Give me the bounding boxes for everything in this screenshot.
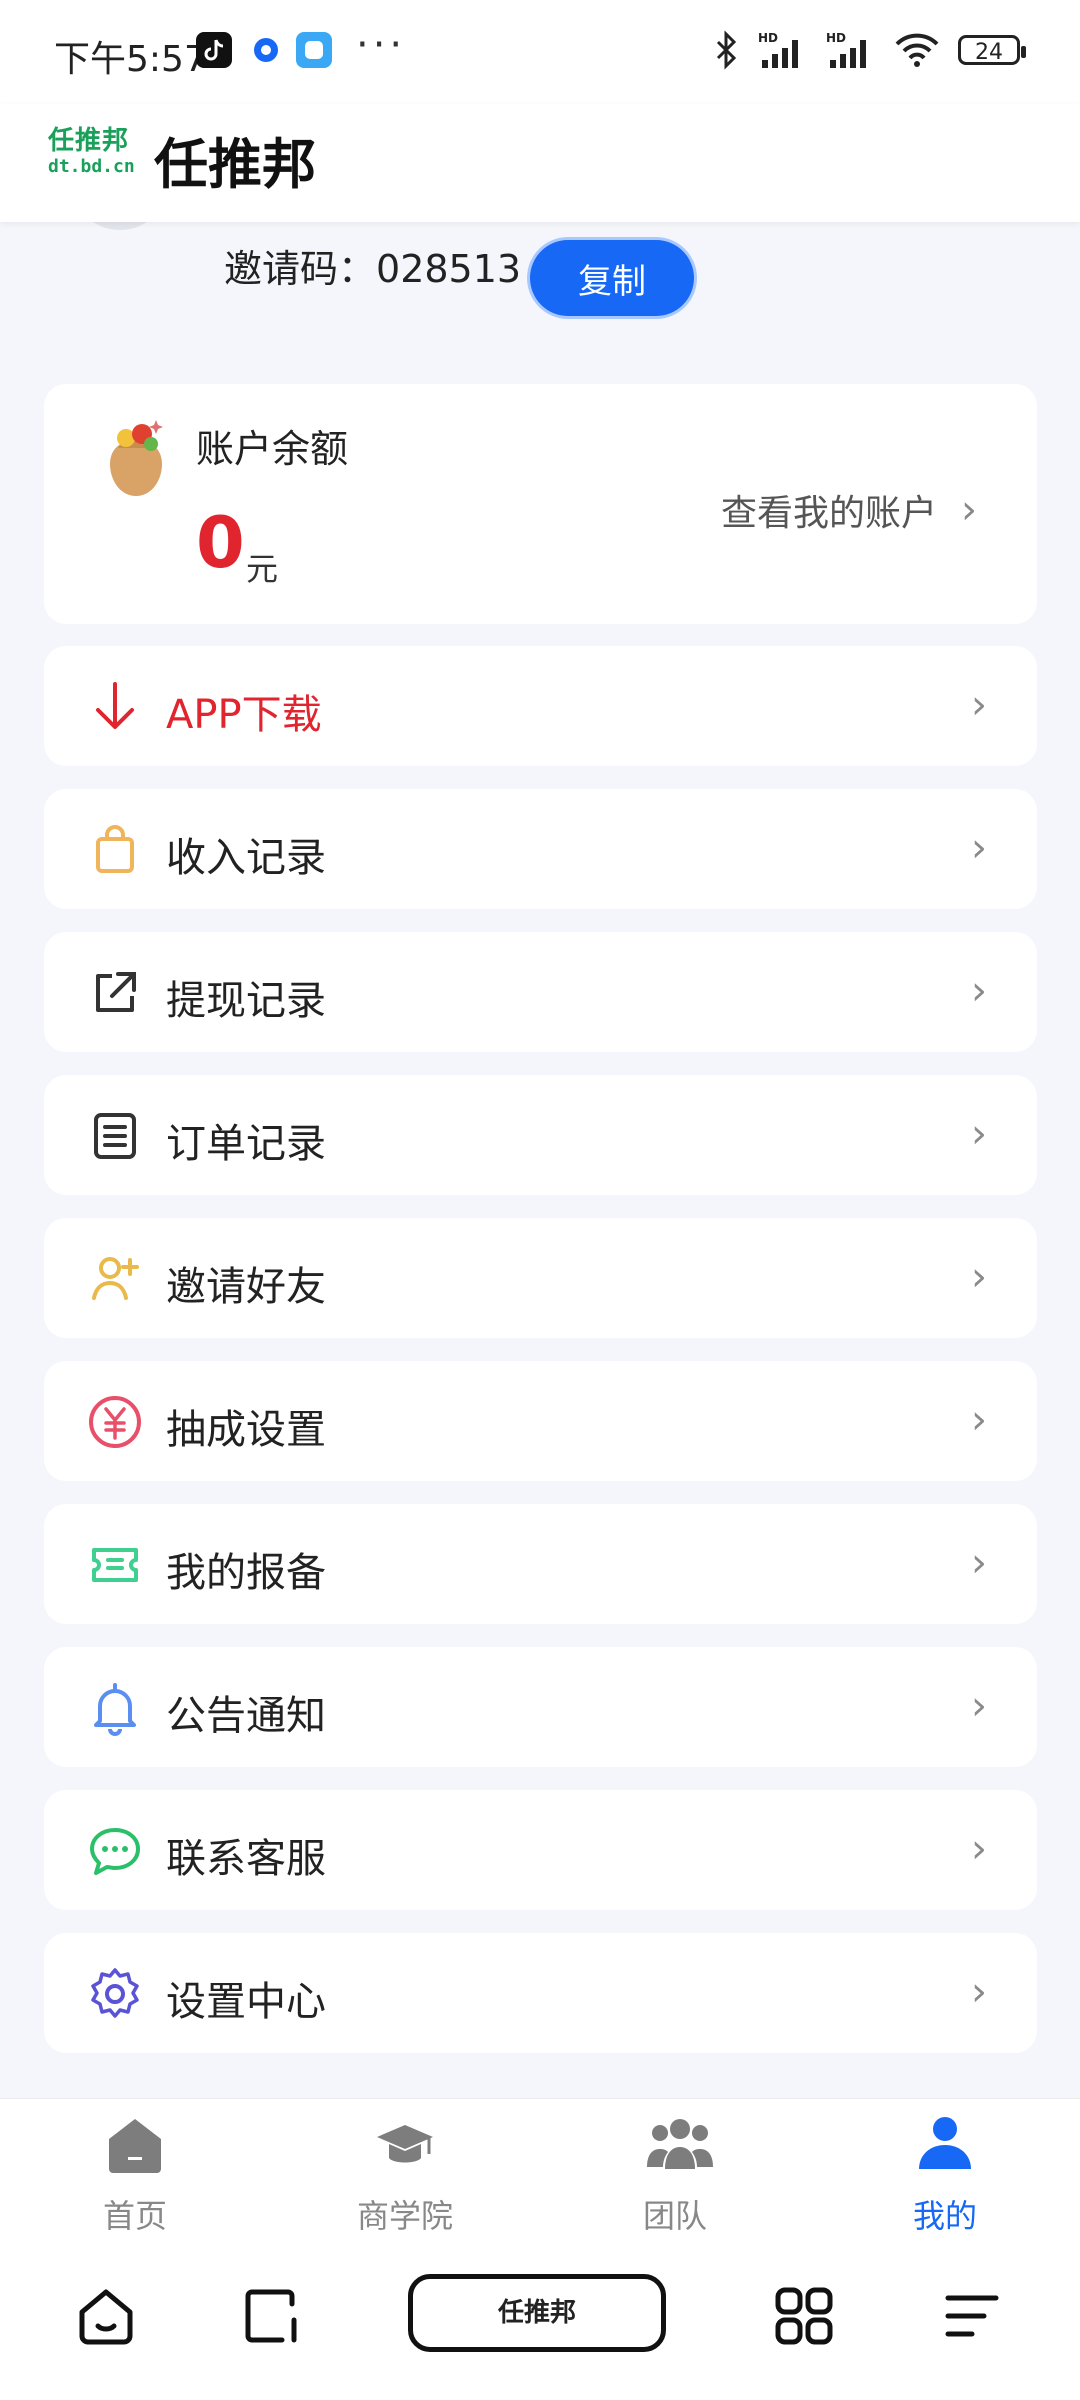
invite-code-value: 028513	[376, 247, 522, 291]
clipboard-list-icon	[94, 1113, 136, 1159]
menu-item-label: 提现记录	[166, 978, 326, 1024]
balance-card[interactable]: 账户余额 0 元 查看我的账户 ›	[44, 384, 1037, 624]
view-account-link[interactable]: 查看我的账户 ›	[721, 484, 977, 536]
menu-item-income-records[interactable]: 收入记录 ›	[44, 789, 1037, 909]
chevron-right-icon: ›	[971, 1254, 987, 1300]
chevron-right-icon: ›	[971, 968, 987, 1014]
invite-code-label: 邀请码：	[224, 247, 377, 291]
menu-item-label: APP下载	[166, 692, 322, 738]
system-nav-bar: 任推邦	[0, 2240, 1080, 2400]
page-title: 任推邦	[154, 133, 316, 196]
home-icon[interactable]	[74, 2284, 138, 2348]
menu-item-label: 订单记录	[166, 1121, 326, 1167]
menu-item-customer-service[interactable]: 联系客服 ›	[44, 1790, 1037, 1910]
svg-text:HD: HD	[826, 31, 846, 45]
brand-logo: 任推邦 dt.bd.cn	[48, 126, 135, 186]
chevron-right-icon: ›	[971, 1397, 987, 1443]
chevron-right-icon: ›	[971, 1540, 987, 1586]
status-indicators: HD HD 24	[712, 30, 1026, 70]
money-bag-icon	[110, 420, 163, 496]
chevron-right-icon: ›	[961, 487, 977, 533]
menu-item-settings-center[interactable]: 设置中心 ›	[44, 1933, 1037, 2053]
chevron-right-icon: ›	[971, 1969, 987, 2015]
menu-item-label: 设置中心	[166, 1979, 326, 2025]
tab-label: 首页	[102, 2197, 167, 2235]
tab-label: 商学院	[356, 2197, 453, 2235]
menu-item-announcements[interactable]: 公告通知 ›	[44, 1647, 1037, 1767]
tab-team[interactable]: 团队	[540, 2099, 810, 2241]
menu-item-label: 抽成设置	[166, 1407, 326, 1453]
message-app-icon	[296, 32, 332, 68]
app-notification-icon	[248, 32, 284, 68]
chat-bubble-icon	[90, 1828, 140, 1875]
logo-text: 任推邦	[48, 126, 130, 156]
bell-icon	[94, 1683, 136, 1736]
view-account-label: 查看我的账户	[720, 493, 937, 534]
battery-icon: 24	[958, 35, 1026, 65]
chevron-right-icon: ›	[971, 825, 987, 871]
shopping-bag-icon	[96, 825, 134, 873]
signal-icon-2: HD	[826, 31, 866, 68]
user-icon	[919, 2117, 971, 2169]
menu-item-label: 联系客服	[166, 1836, 326, 1882]
bluetooth-icon	[716, 30, 737, 70]
svg-text:HD: HD	[758, 31, 778, 45]
home-icon	[109, 2119, 161, 2173]
team-icon	[647, 2119, 713, 2169]
app-grid-icon[interactable]	[772, 2284, 836, 2348]
menu-item-label: 收入记录	[166, 835, 326, 881]
signal-icon: HD	[758, 31, 798, 68]
current-app-pill[interactable]: 任推邦	[408, 2274, 666, 2352]
gear-icon	[91, 1968, 139, 2018]
graduation-cap-icon	[377, 2125, 433, 2163]
balance-label: 账户余额	[196, 427, 349, 471]
tab-home[interactable]: 首页	[0, 2099, 270, 2241]
ticket-icon	[92, 1548, 138, 1582]
download-arrow-icon	[96, 682, 134, 729]
menu-item-commission-settings[interactable]: 抽成设置 ›	[44, 1361, 1037, 1481]
menu-item-app-download[interactable]: APP下载 ›	[44, 646, 1037, 766]
chevron-right-icon: ›	[971, 1826, 987, 1872]
menu-lines-icon[interactable]	[940, 2284, 1004, 2348]
menu-item-my-reports[interactable]: 我的报备 ›	[44, 1504, 1037, 1624]
balance-value: 0	[196, 502, 245, 584]
menu-item-withdraw-records[interactable]: 提现记录 ›	[44, 932, 1037, 1052]
logo-domain: dt.bd.cn	[48, 156, 135, 177]
status-time: 下午5:57	[54, 39, 207, 80]
chevron-right-icon: ›	[971, 1111, 987, 1157]
yuan-circle-icon	[89, 1396, 141, 1448]
status-bar: 下午5:57 ··· HD HD 24	[0, 0, 1080, 104]
more-notifications-icon: ···	[356, 22, 407, 68]
external-link-icon	[96, 972, 136, 1012]
tab-business-school[interactable]: 商学院	[270, 2099, 540, 2241]
bottom-tab-bar: 首页 商学院 团队 我的	[0, 2098, 1080, 2241]
invite-code: 邀请码：028513	[224, 238, 521, 293]
tab-mine[interactable]: 我的	[810, 2099, 1080, 2241]
menu-item-label: 公告通知	[166, 1693, 326, 1739]
menu-item-label: 邀请好友	[166, 1264, 326, 1310]
recent-apps-icon[interactable]	[240, 2284, 304, 2348]
add-user-icon	[92, 1257, 139, 1300]
tiktok-icon	[196, 32, 232, 68]
copy-button[interactable]: 复制	[530, 240, 694, 316]
balance-unit: 元	[246, 550, 279, 588]
tab-label: 团队	[642, 2197, 707, 2235]
menu-item-invite-friends[interactable]: 邀请好友 ›	[44, 1218, 1037, 1338]
chevron-right-icon: ›	[971, 682, 987, 728]
tab-label: 我的	[912, 2197, 977, 2235]
menu-item-order-records[interactable]: 订单记录 ›	[44, 1075, 1037, 1195]
app-header: 任推邦 dt.bd.cn 任推邦	[0, 104, 1080, 222]
menu-item-label: 我的报备	[166, 1550, 326, 1596]
wifi-icon	[895, 33, 939, 67]
chevron-right-icon: ›	[971, 1683, 987, 1729]
